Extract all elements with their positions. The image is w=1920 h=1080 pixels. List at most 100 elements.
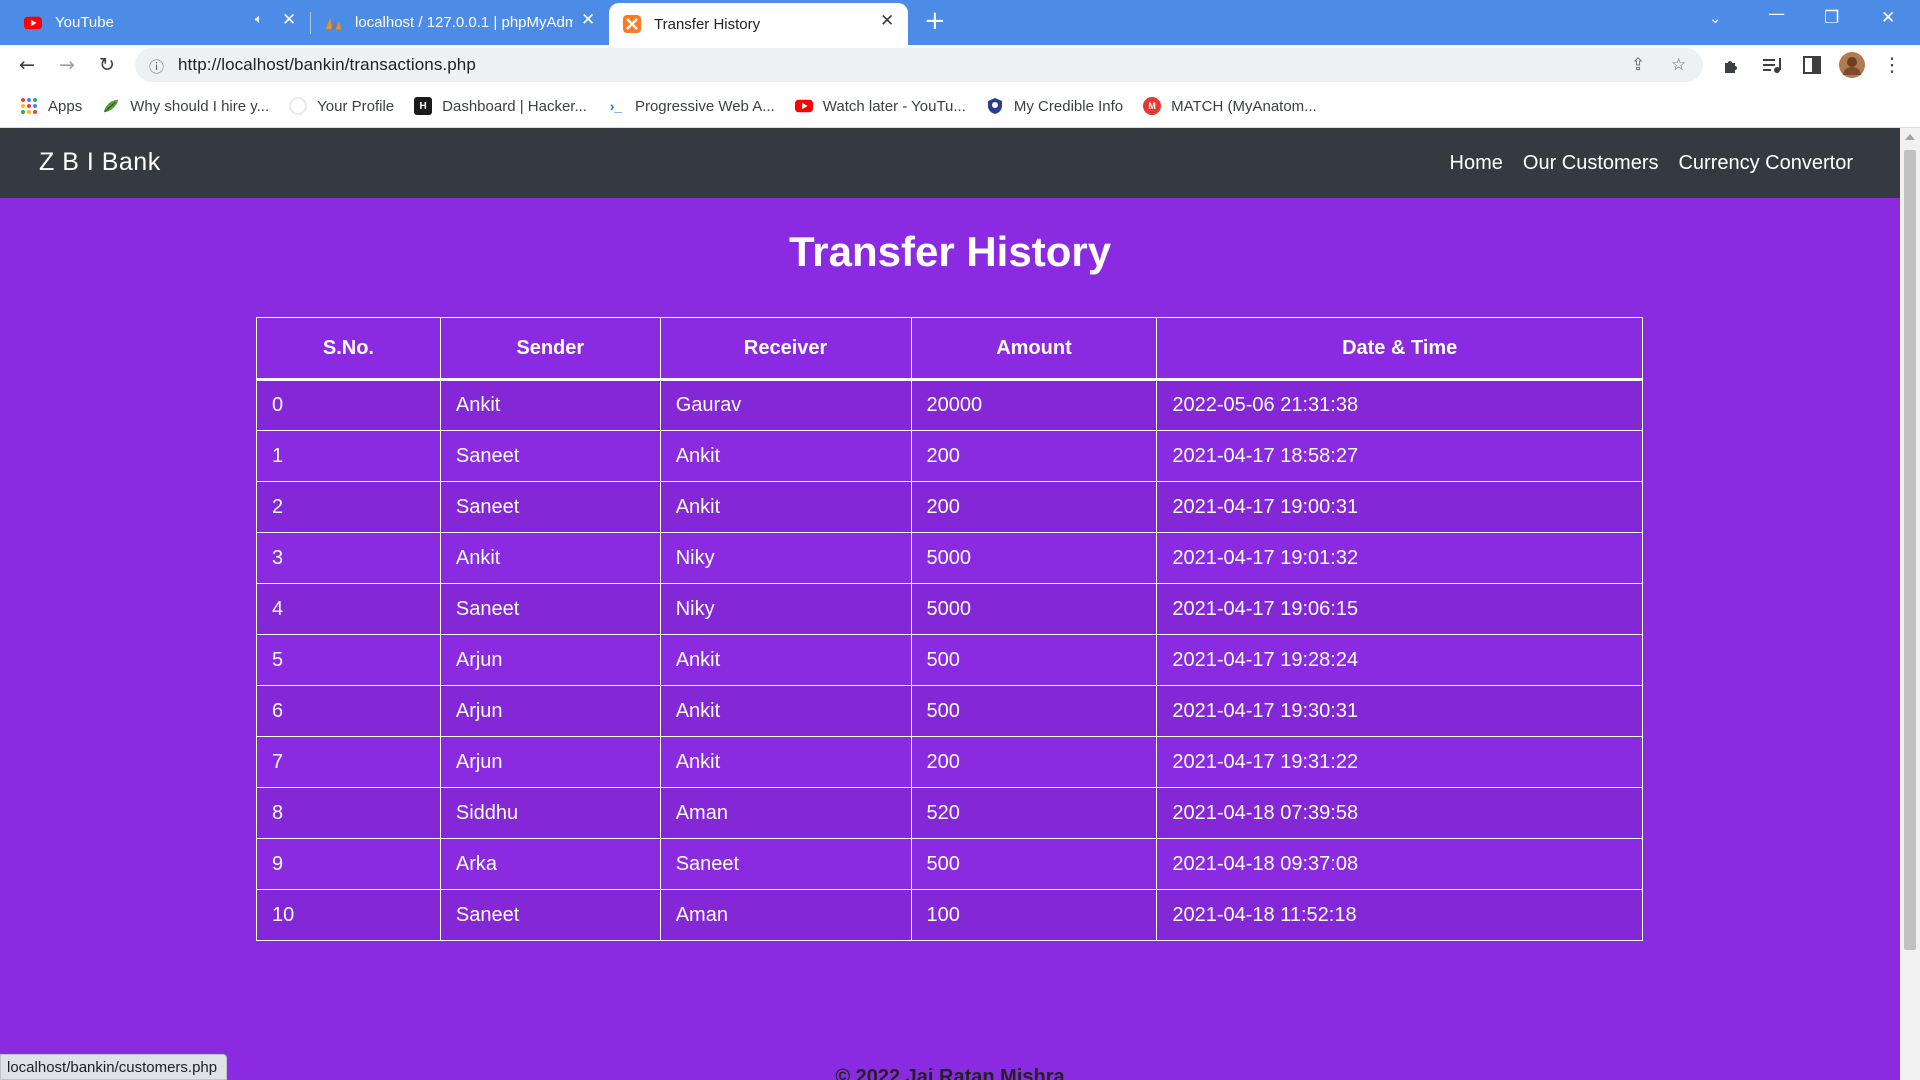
cell-amount: 20000 (910, 379, 1158, 431)
cell-sno: 7 (256, 736, 441, 788)
column-header-amount: Amount (910, 317, 1158, 381)
cell-datetime: 2021-04-18 11:52:18 (1156, 889, 1643, 941)
cell-sender: Arjun (439, 685, 661, 737)
cell-sno: 9 (256, 838, 441, 890)
cell-sno: 2 (256, 481, 441, 533)
bookmark-watch-later[interactable]: Watch later - YouTu... (794, 97, 966, 115)
cell-sno: 6 (256, 685, 441, 737)
table-row: 3 Ankit Niky 5000 2021-04-17 19:01:32 (256, 532, 1643, 584)
bookmark-label: Your Profile (317, 97, 395, 115)
tab-title: Transfer History (654, 15, 761, 33)
match-icon: M (1143, 97, 1162, 115)
speaker-icon[interactable]: 🔈︎ (255, 12, 263, 27)
table-row: 7 Arjun Ankit 200 2021-04-17 19:31:22 (256, 736, 1643, 788)
hackerrank-icon: H (414, 97, 433, 115)
cell-datetime: 2021-04-17 19:06:15 (1156, 583, 1643, 635)
tab-youtube[interactable]: YouTube 🔈︎ ✕ (12, 0, 304, 45)
cell-receiver: Aman (659, 889, 912, 941)
extensions-icon[interactable] (1719, 52, 1745, 78)
profile-avatar[interactable] (1839, 52, 1865, 78)
bookmark-apps[interactable]: Apps (20, 97, 82, 115)
nav-our-customers[interactable]: Our Customers (1523, 152, 1659, 175)
cell-amount: 500 (910, 838, 1158, 890)
bookmark-your-profile[interactable]: Your Profile (289, 97, 394, 115)
cell-sno: 4 (256, 583, 441, 635)
tab-separator (310, 12, 311, 34)
browser-menu-icon[interactable]: ⋮ (1879, 52, 1905, 78)
cell-receiver: Niky (659, 583, 912, 635)
new-tab-button[interactable]: + (924, 6, 946, 36)
scroll-up-arrow-icon[interactable] (1905, 134, 1915, 140)
bookmark-star-icon[interactable]: ☆ (1671, 55, 1686, 75)
browser-tab-strip: YouTube 🔈︎ ✕ localhost / 127.0.0.1 | php… (0, 0, 1920, 45)
forward-icon[interactable]: → (54, 52, 80, 78)
bookmark-label: Watch later - YouTu... (822, 97, 966, 115)
column-header-datetime: Date & Time (1156, 317, 1643, 381)
cell-amount: 500 (910, 634, 1158, 686)
youtube-icon (24, 14, 42, 32)
cell-datetime: 2021-04-17 19:30:31 (1156, 685, 1643, 737)
media-control-icon[interactable] (1759, 52, 1785, 78)
column-header-sender: Sender (439, 317, 661, 381)
tab-transfer-history[interactable]: Transfer History ✕ (609, 3, 908, 45)
close-tab-icon[interactable]: ✕ (581, 10, 595, 30)
cell-sender: Saneet (439, 430, 661, 482)
nav-currency-convertor[interactable]: Currency Convertor (1678, 152, 1853, 175)
page-scrollbar[interactable] (1900, 128, 1920, 1080)
cell-receiver: Ankit (659, 481, 912, 533)
table-header-row: S.No. Sender Receiver Amount Date & Time (256, 317, 1643, 381)
reload-icon[interactable]: ↻ (94, 52, 120, 78)
cell-sender: Arjun (439, 736, 661, 788)
cell-sno: 3 (256, 532, 441, 584)
page-footer: © 2022 Jai Ratan Mishra (835, 1066, 1065, 1080)
cell-sno: 8 (256, 787, 441, 839)
bookmark-label: Progressive Web A... (634, 97, 775, 115)
scroll-thumb[interactable] (1904, 150, 1916, 950)
close-window-icon[interactable]: ✕ (1881, 8, 1895, 28)
github-icon (289, 97, 308, 115)
cell-sender: Ankit (439, 532, 661, 584)
cell-datetime: 2021-04-17 19:28:24 (1156, 634, 1643, 686)
cell-amount: 5000 (910, 583, 1158, 635)
cell-receiver: Ankit (659, 736, 912, 788)
table-row: 2 Saneet Ankit 200 2021-04-17 19:00:31 (256, 481, 1643, 533)
nav-home[interactable]: Home (1450, 152, 1503, 175)
bookmark-pwa[interactable]: ›_ Progressive Web A... (607, 97, 775, 115)
table-row: 5 Arjun Ankit 500 2021-04-17 19:28:24 (256, 634, 1643, 686)
minimize-icon[interactable]: — (1768, 4, 1785, 24)
table-row: 10 Saneet Aman 100 2021-04-18 11:52:18 (256, 889, 1643, 941)
cell-receiver: Ankit (659, 685, 912, 737)
transfer-history-table: S.No. Sender Receiver Amount Date & Time… (256, 317, 1643, 941)
info-icon[interactable]: ⓘ (149, 56, 164, 77)
tab-phpmyadmin[interactable]: localhost / 127.0.0.1 | phpMyAdmin ✕ (312, 0, 606, 45)
bookmark-match[interactable]: M MATCH (MyAnatom... (1143, 97, 1317, 115)
bookmark-hackerrank[interactable]: H Dashboard | Hacker... (414, 97, 587, 115)
pwa-icon: ›_ (609, 98, 623, 114)
bookmark-credible-info[interactable]: My Credible Info (986, 97, 1123, 115)
tab-search-icon[interactable]: ⌄ (1709, 9, 1722, 27)
cell-receiver: Niky (659, 532, 912, 584)
cell-datetime: 2021-04-17 19:31:22 (1156, 736, 1643, 788)
close-tab-icon[interactable]: ✕ (880, 11, 894, 31)
brand-logo[interactable]: Z B I Bank (39, 148, 161, 177)
cell-receiver: Saneet (659, 838, 912, 890)
column-header-receiver: Receiver (659, 317, 912, 381)
address-url: http://localhost/bankin/transactions.php (178, 55, 476, 74)
bookmark-label: My Credible Info (1013, 97, 1124, 115)
cell-amount: 200 (910, 430, 1158, 482)
bookmark-label: Why should I hire y... (130, 97, 270, 115)
bookmark-why-hire[interactable]: Why should I hire y... (102, 97, 269, 115)
back-icon[interactable]: ← (14, 52, 40, 78)
bookmark-label: MATCH (MyAnatom... (1171, 97, 1317, 115)
close-tab-icon[interactable]: ✕ (282, 10, 296, 30)
cell-sender: Arjun (439, 634, 661, 686)
address-bar[interactable]: ⓘ http://localhost/bankin/transactions.p… (135, 48, 1703, 82)
side-panel-icon[interactable] (1799, 52, 1825, 78)
youtube-icon (794, 97, 813, 115)
page-title: Transfer History (788, 228, 1112, 275)
cell-sender: Saneet (439, 481, 661, 533)
restore-icon[interactable]: ❐ (1824, 8, 1839, 28)
share-icon[interactable]: ⇪ (1631, 55, 1645, 75)
cell-amount: 200 (910, 481, 1158, 533)
cell-receiver: Gaurav (659, 379, 912, 431)
